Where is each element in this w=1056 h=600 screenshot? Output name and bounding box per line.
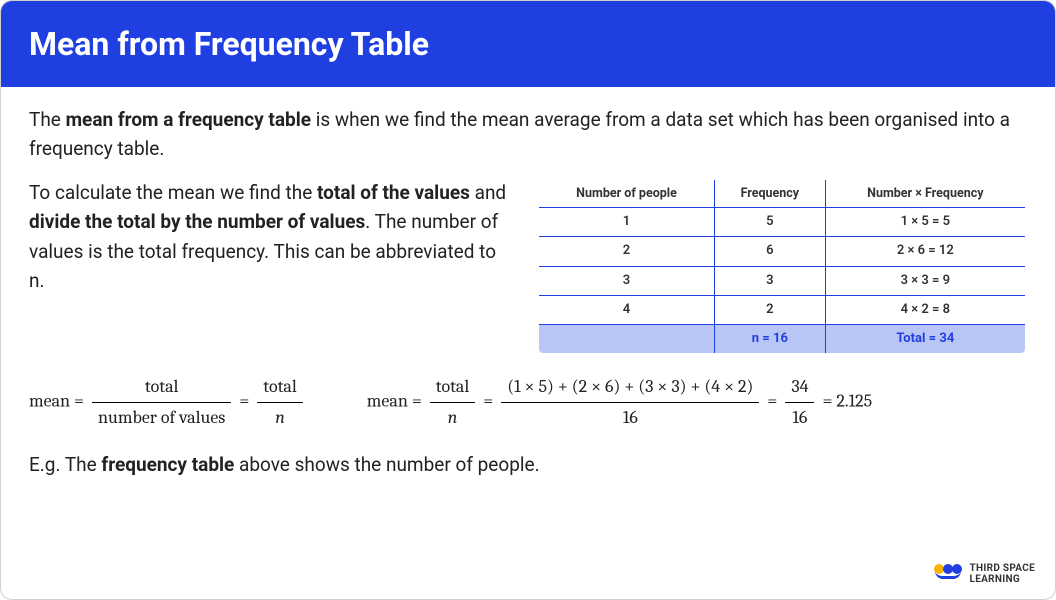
example-line: E.g. The frequency table above shows the… — [29, 450, 1027, 479]
frequency-table: Number of people Frequency Number × Freq… — [537, 178, 1027, 355]
formula-general: mean = total number of values = total n — [29, 373, 307, 432]
logo-text: THIRD SPACE LEARNING — [970, 563, 1035, 585]
frequency-table-wrap: Number of people Frequency Number × Freq… — [537, 178, 1027, 355]
table-totals-row: n = 16 Total = 34 — [538, 324, 1026, 354]
page-title: Mean from Frequency Table — [29, 25, 1027, 63]
header-bar: Mean from Frequency Table — [1, 1, 1055, 87]
intro-bold: mean from a frequency table — [66, 108, 311, 131]
fraction: total number of values — [92, 373, 231, 432]
table-row: 1 5 1 × 5 = 5 — [538, 208, 1026, 237]
th-number: Number of people — [538, 179, 715, 208]
explain-paragraph: To calculate the mean we find the total … — [29, 178, 509, 296]
main-row: To calculate the mean we find the total … — [29, 178, 1027, 355]
th-frequency: Frequency — [715, 179, 826, 208]
intro-paragraph: The mean from a frequency table is when … — [29, 105, 1027, 164]
table-row: 3 3 3 × 3 = 9 — [538, 266, 1026, 295]
lesson-card: Mean from Frequency Table The mean from … — [0, 0, 1056, 600]
fraction: (1 × 5) + (2 × 6) + (3 × 3) + (4 × 2) 16 — [501, 373, 759, 432]
para-b2: divide the total by the number of values — [29, 210, 365, 233]
formula-worked: mean = total n = (1 × 5) + (2 × 6) + (3 … — [367, 373, 872, 432]
content-area: The mean from a frequency table is when … — [1, 87, 1055, 489]
logo-icon — [934, 564, 962, 584]
para-b1: total of the values — [317, 181, 470, 204]
brand-logo: THIRD SPACE LEARNING — [934, 563, 1035, 585]
formula-row: mean = total number of values = total n … — [29, 373, 1027, 432]
fraction: total n — [257, 373, 303, 432]
fraction: 34 16 — [785, 373, 814, 432]
intro-pre: The — [29, 108, 66, 131]
table-row: 2 6 2 × 6 = 12 — [538, 237, 1026, 266]
para-p2: and — [470, 181, 506, 204]
total-sum: Total = 34 — [825, 324, 1026, 354]
fraction: total n — [430, 373, 476, 432]
total-n: n = 16 — [715, 324, 826, 354]
table-row: 4 2 4 × 2 = 8 — [538, 295, 1026, 324]
para-p1: To calculate the mean we find the — [29, 181, 317, 204]
table-header-row: Number of people Frequency Number × Freq… — [538, 179, 1026, 208]
th-product: Number × Frequency — [825, 179, 1026, 208]
